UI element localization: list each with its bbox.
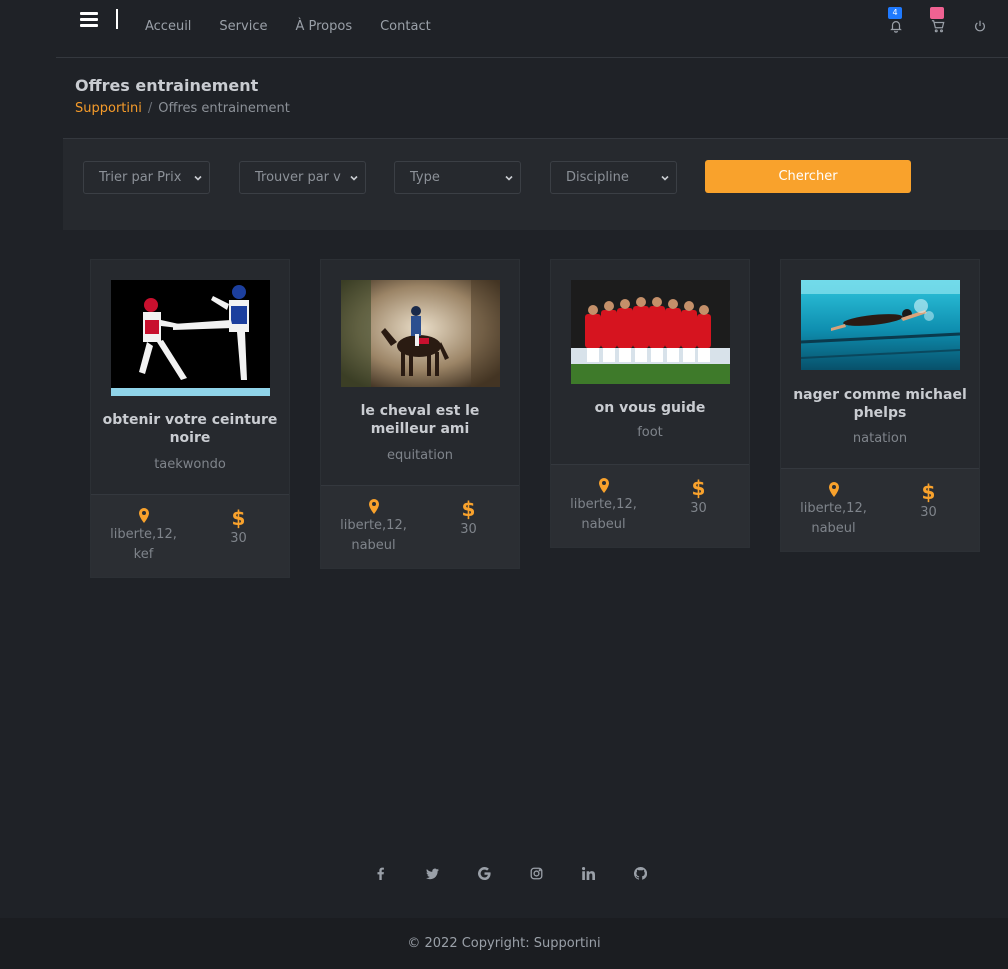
chevron-down-icon bbox=[350, 175, 358, 181]
offer-price-value: 30 bbox=[460, 522, 477, 537]
google-icon[interactable] bbox=[476, 864, 492, 882]
nav-link-contact[interactable]: Contact bbox=[380, 19, 431, 34]
offer-card-footer: liberte,12, nabeul $ 30 bbox=[321, 485, 519, 568]
offer-price: $ 30 bbox=[441, 498, 496, 537]
chevron-down-icon bbox=[661, 175, 669, 181]
sort-price-select-value: Trier par Prix bbox=[99, 170, 182, 185]
type-select-value: Type bbox=[410, 170, 440, 185]
page-header: Offres entrainement Supportini / Offres en… bbox=[75, 76, 290, 116]
dollar-icon: $ bbox=[921, 480, 936, 504]
breadcrumb: Supportini / Offres entrainement bbox=[75, 101, 290, 116]
offer-title: le cheval est le meilleur ami bbox=[360, 403, 480, 437]
offer-title: on vous guide bbox=[594, 400, 706, 416]
discipline-select-value: Discipline bbox=[566, 170, 629, 185]
offer-location: liberte,12, kef bbox=[101, 508, 186, 565]
top-navbar: Acceuil Service À Propos Contact 4 bbox=[56, 0, 1008, 58]
cart-button[interactable] bbox=[930, 7, 946, 34]
cart-icon bbox=[931, 20, 945, 33]
left-sidebar-strip bbox=[0, 0, 56, 918]
nav-icons: 4 bbox=[888, 7, 988, 34]
offer-location-text: liberte,12, nabeul bbox=[340, 518, 407, 553]
offer-card-footer: liberte,12, kef $ 30 bbox=[91, 494, 289, 577]
dollar-icon: $ bbox=[231, 506, 246, 530]
nav-divider bbox=[116, 9, 118, 29]
offer-card[interactable]: le cheval est le meilleur ami equitation… bbox=[320, 259, 520, 569]
offer-image-foot bbox=[571, 280, 730, 384]
offer-card[interactable]: nager comme michael phelps natation libe… bbox=[780, 259, 980, 552]
offer-location-text: liberte,12, kef bbox=[110, 527, 177, 562]
offer-location-text: liberte,12, nabeul bbox=[570, 497, 637, 532]
map-pin-icon bbox=[138, 508, 149, 523]
cart-badge bbox=[930, 7, 944, 19]
page-title: Offres entrainement bbox=[75, 76, 259, 95]
nav-link-service[interactable]: Service bbox=[219, 19, 267, 34]
offer-image-equitation bbox=[341, 280, 500, 387]
type-select[interactable]: Type bbox=[394, 161, 521, 194]
offer-location-text: liberte,12, nabeul bbox=[800, 501, 867, 536]
bell-icon bbox=[890, 21, 902, 33]
github-icon[interactable] bbox=[632, 864, 648, 882]
map-pin-icon bbox=[368, 499, 379, 514]
find-by-select-value: Trouver par v bbox=[255, 170, 341, 185]
instagram-icon[interactable] bbox=[528, 864, 544, 882]
dollar-icon: $ bbox=[691, 476, 706, 500]
discipline-select[interactable]: Discipline bbox=[550, 161, 677, 194]
breadcrumb-current: Offres entrainement bbox=[158, 101, 290, 116]
offer-image-taekwondo bbox=[111, 280, 270, 396]
power-icon bbox=[975, 20, 985, 32]
offer-card[interactable]: on vous guide foot liberte,12, nabeul $ … bbox=[550, 259, 750, 548]
map-pin-icon bbox=[598, 478, 609, 493]
offer-price: $ 30 bbox=[901, 481, 956, 520]
twitter-icon[interactable] bbox=[424, 864, 440, 882]
chevron-down-icon bbox=[505, 175, 513, 181]
offer-location: liberte,12, nabeul bbox=[331, 499, 416, 556]
offer-price: $ 30 bbox=[211, 507, 266, 546]
footer: © 2022 Copyright: Supportini bbox=[0, 918, 1008, 969]
find-by-select[interactable]: Trouver par v bbox=[239, 161, 366, 194]
copyright-text: © 2022 Copyright: Supportini bbox=[407, 936, 601, 951]
notifications-button[interactable]: 4 bbox=[888, 7, 904, 34]
logout-button[interactable] bbox=[972, 18, 988, 34]
offer-price: $ 30 bbox=[671, 477, 726, 516]
offer-discipline: natation bbox=[852, 431, 908, 446]
nav-link-acceuil[interactable]: Acceuil bbox=[145, 19, 191, 34]
offer-discipline: equitation bbox=[386, 448, 454, 463]
offer-title: nager comme michael phelps bbox=[793, 387, 967, 421]
breadcrumb-separator: / bbox=[147, 101, 153, 116]
search-button[interactable]: Chercher bbox=[705, 160, 911, 193]
notification-badge: 4 bbox=[888, 7, 902, 19]
hamburger-icon[interactable] bbox=[80, 12, 98, 28]
offer-location: liberte,12, nabeul bbox=[791, 482, 876, 539]
facebook-icon[interactable] bbox=[372, 864, 388, 882]
offer-title: obtenir votre ceinture noire bbox=[102, 412, 278, 446]
offer-card-footer: liberte,12, nabeul $ 30 bbox=[781, 468, 979, 551]
linkedin-icon[interactable] bbox=[580, 864, 596, 882]
offer-price-value: 30 bbox=[920, 505, 937, 520]
offer-discipline: taekwondo bbox=[154, 457, 226, 472]
filter-panel: Trier par Prix Trouver par v Type Discip… bbox=[63, 138, 1008, 230]
offer-location: liberte,12, nabeul bbox=[561, 478, 646, 535]
offer-price-value: 30 bbox=[690, 501, 707, 516]
social-links bbox=[372, 864, 648, 882]
offer-discipline: foot bbox=[637, 425, 663, 440]
breadcrumb-home-link[interactable]: Supportini bbox=[75, 101, 142, 116]
offer-price-value: 30 bbox=[230, 531, 247, 546]
dollar-icon: $ bbox=[461, 497, 476, 521]
nav-links: Acceuil Service À Propos Contact bbox=[145, 19, 431, 34]
map-pin-icon bbox=[828, 482, 839, 497]
nav-link-a-propos[interactable]: À Propos bbox=[295, 19, 352, 34]
offer-card-footer: liberte,12, nabeul $ 30 bbox=[551, 464, 749, 547]
offer-card[interactable]: obtenir votre ceinture noire taekwondo l… bbox=[90, 259, 290, 578]
chevron-down-icon bbox=[194, 175, 202, 181]
offer-image-natation bbox=[801, 280, 960, 370]
sort-price-select[interactable]: Trier par Prix bbox=[83, 161, 210, 194]
